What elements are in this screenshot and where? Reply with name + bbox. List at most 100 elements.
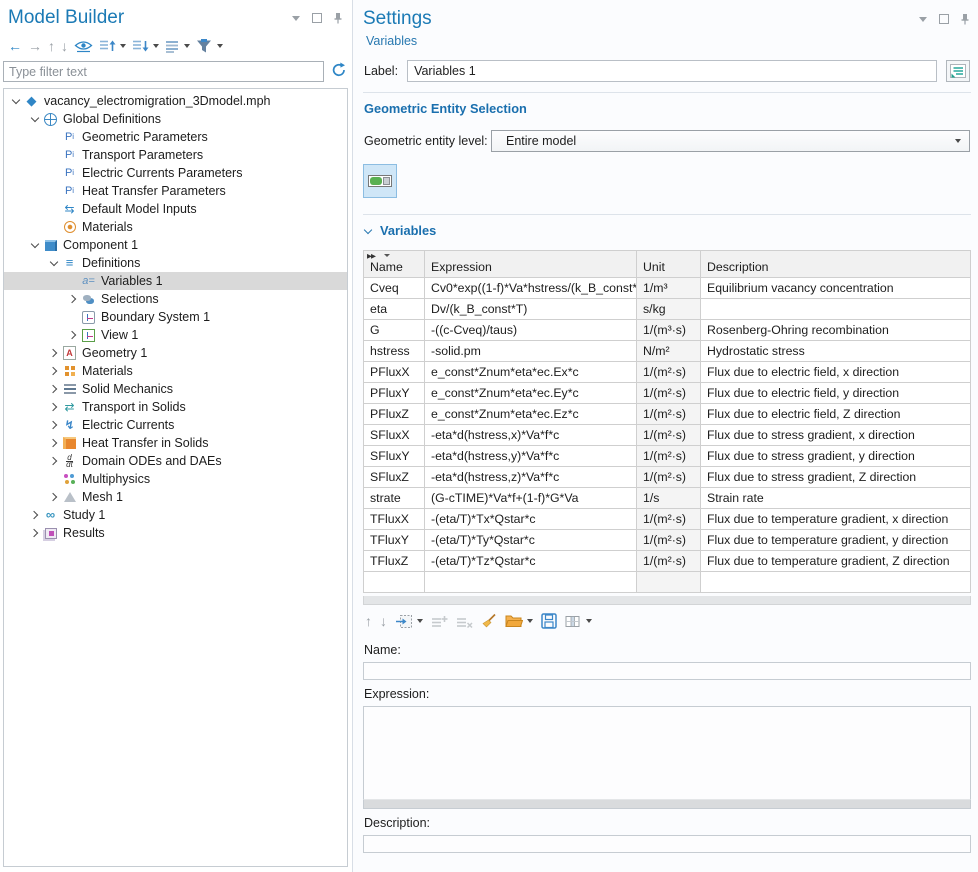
expression-cell[interactable]: e_const*Znum*eta*ec.Ey*c: [425, 383, 637, 404]
delete-row-button-disabled[interactable]: [456, 615, 473, 628]
move-down-button[interactable]: ↓: [61, 39, 68, 53]
unit-cell[interactable]: s/kg: [637, 299, 701, 320]
unit-cell[interactable]: 1/(m²·s): [637, 362, 701, 383]
name-cell[interactable]: PFluxY: [364, 383, 425, 404]
refresh-icon[interactable]: [331, 62, 347, 81]
expression-cell[interactable]: e_const*Znum*eta*ec.Ex*c: [425, 362, 637, 383]
tree-item-definitions[interactable]: ≡Definitions: [4, 254, 347, 272]
tree-expander-icon[interactable]: [47, 345, 61, 361]
expression-cell[interactable]: -(eta/T)*Tx*Qstar*c: [425, 509, 637, 530]
description-cell[interactable]: Flux due to temperature gradient, x dire…: [701, 509, 971, 530]
name-cell[interactable]: TFluxZ: [364, 551, 425, 572]
description-cell[interactable]: Flux due to temperature gradient, y dire…: [701, 530, 971, 551]
tree-item-study-1[interactable]: ∞Study 1: [4, 506, 347, 524]
tree-expander-icon[interactable]: [47, 399, 61, 415]
tree-expander-icon[interactable]: [28, 525, 42, 541]
tree-item-transport-in-solids[interactable]: ⇄Transport in Solids: [4, 398, 347, 416]
unit-cell[interactable]: 1/(m²·s): [637, 530, 701, 551]
node-text-button[interactable]: [165, 40, 190, 53]
show-eye-button[interactable]: [74, 40, 93, 53]
unit-cell[interactable]: 1/(m²·s): [637, 446, 701, 467]
unit-cell[interactable]: [637, 572, 701, 593]
name-input[interactable]: [363, 662, 971, 680]
tree-expander-icon[interactable]: [47, 453, 61, 469]
tree-item-electric-currents[interactable]: ↯Electric Currents: [4, 416, 347, 434]
forward-button[interactable]: →: [28, 39, 42, 53]
tree-item-transport-parameters[interactable]: PiTransport Parameters: [4, 146, 347, 164]
filter-funnel-button[interactable]: [196, 39, 223, 54]
unit-cell[interactable]: 1/s: [637, 488, 701, 509]
tree-expander-icon[interactable]: [66, 291, 80, 307]
column-settings-button[interactable]: [565, 615, 592, 628]
name-cell[interactable]: G: [364, 320, 425, 341]
tree-item-global-definitions[interactable]: Global Definitions: [4, 110, 347, 128]
move-up-button[interactable]: ↑: [48, 39, 55, 53]
unit-cell[interactable]: 1/(m²·s): [637, 425, 701, 446]
tree-expander-icon[interactable]: [47, 417, 61, 433]
description-cell[interactable]: Flux due to electric field, x direction: [701, 362, 971, 383]
expression-cell[interactable]: -eta*d(hstress,z)*Va*f*c: [425, 467, 637, 488]
tree-expander-icon[interactable]: [47, 363, 61, 379]
tree-expander-icon[interactable]: [28, 237, 42, 253]
tree-expander-icon[interactable]: [28, 507, 42, 523]
tree-item-geometric-parameters[interactable]: PiGeometric Parameters: [4, 128, 347, 146]
expression-cell[interactable]: -(eta/T)*Tz*Qstar*c: [425, 551, 637, 572]
section-collapse-icon[interactable]: [364, 227, 372, 235]
tree-item-mesh-1[interactable]: Mesh 1: [4, 488, 347, 506]
name-cell[interactable]: eta: [364, 299, 425, 320]
float-window-icon[interactable]: [311, 12, 323, 24]
unit-cell[interactable]: N/m²: [637, 341, 701, 362]
name-cell[interactable]: SFluxX: [364, 425, 425, 446]
tree-item-materials[interactable]: Materials: [4, 362, 347, 380]
description-cell[interactable]: Flux due to stress gradient, x direction: [701, 425, 971, 446]
tree-item-component-1[interactable]: Component 1: [4, 236, 347, 254]
tree-item-default-model-inputs[interactable]: ⇆Default Model Inputs: [4, 200, 347, 218]
tree-item-materials[interactable]: Materials: [4, 218, 347, 236]
tree-item-vacancy-electromigration-3dmodel-mph[interactable]: ◆vacancy_electromigration_3Dmodel.mph: [4, 92, 347, 110]
tree-item-heat-transfer-parameters[interactable]: PiHeat Transfer Parameters: [4, 182, 347, 200]
description-cell[interactable]: [701, 299, 971, 320]
name-cell[interactable]: SFluxZ: [364, 467, 425, 488]
tree-item-multiphysics[interactable]: Multiphysics: [4, 470, 347, 488]
tree-item-domain-odes-and-daes[interactable]: ddtDomain ODEs and DAEs: [4, 452, 347, 470]
row-down-button[interactable]: ↓: [380, 614, 387, 628]
tree-item-solid-mechanics[interactable]: Solid Mechanics: [4, 380, 347, 398]
name-cell[interactable]: TFluxX: [364, 509, 425, 530]
expression-cell[interactable]: Dv/(k_B_const*T): [425, 299, 637, 320]
description-cell[interactable]: Flux due to stress gradient, Z direction: [701, 467, 971, 488]
unit-cell[interactable]: 1/(m²·s): [637, 383, 701, 404]
description-cell[interactable]: Rosenberg-Ohring recombination: [701, 320, 971, 341]
expression-cell[interactable]: -eta*d(hstress,x)*Va*f*c: [425, 425, 637, 446]
unit-cell[interactable]: 1/(m²·s): [637, 467, 701, 488]
expression-horizontal-scrollbar[interactable]: [363, 799, 971, 809]
tree-item-heat-transfer-in-solids[interactable]: Heat Transfer in Solids: [4, 434, 347, 452]
back-button[interactable]: ←: [8, 39, 22, 53]
name-cell[interactable]: PFluxZ: [364, 404, 425, 425]
unit-cell[interactable]: 1/(m²·s): [637, 509, 701, 530]
name-cell[interactable]: Cveq: [364, 278, 425, 299]
panel-menu-icon[interactable]: [917, 13, 929, 25]
select-all-rows-icon[interactable]: ▶▶: [367, 252, 375, 260]
description-cell[interactable]: Strain rate: [701, 488, 971, 509]
pin-icon[interactable]: [959, 13, 971, 25]
expression-textarea[interactable]: [363, 706, 971, 799]
tree-expander-icon[interactable]: [66, 327, 80, 343]
clear-table-broom-button[interactable]: [481, 613, 497, 629]
rename-button[interactable]: [946, 60, 970, 82]
description-input[interactable]: [363, 835, 971, 853]
table-horizontal-scrollbar[interactable]: [363, 596, 971, 605]
expression-cell[interactable]: -(eta/T)*Ty*Qstar*c: [425, 530, 637, 551]
expression-cell[interactable]: -solid.pm: [425, 341, 637, 362]
panel-menu-icon[interactable]: [290, 12, 302, 24]
row-up-button[interactable]: ↑: [365, 614, 372, 628]
active-toggle-button[interactable]: [363, 164, 397, 198]
expression-cell[interactable]: -eta*d(hstress,y)*Va*f*c: [425, 446, 637, 467]
move-to-button[interactable]: [395, 614, 423, 629]
collapse-all-button[interactable]: [99, 39, 126, 53]
expression-cell[interactable]: Cv0*exp((1-f)*Va*hstress/(k_B_const*T)): [425, 278, 637, 299]
load-from-file-button[interactable]: [505, 614, 533, 628]
tree-expander-icon[interactable]: [28, 111, 42, 127]
settings-subtitle-link[interactable]: Variables: [363, 31, 971, 48]
save-to-file-button[interactable]: [541, 613, 557, 629]
unit-cell[interactable]: 1/(m²·s): [637, 551, 701, 572]
